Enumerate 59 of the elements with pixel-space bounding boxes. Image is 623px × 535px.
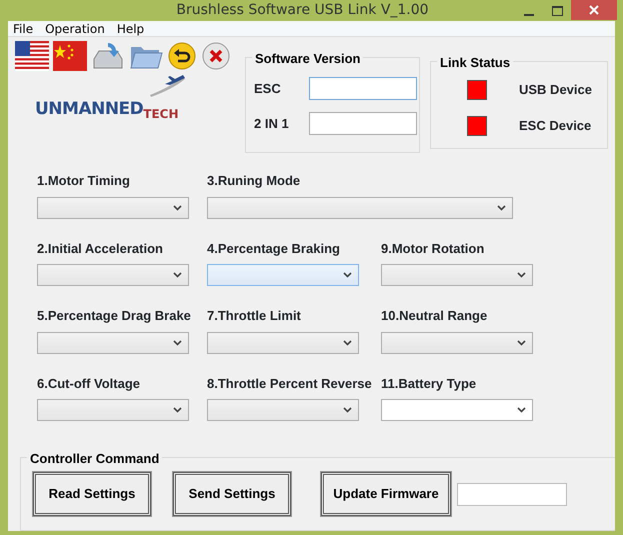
- setting-label: 1.Motor Timing: [37, 172, 131, 190]
- setting-label: 5.Percentage Drag Brake: [37, 307, 192, 325]
- menu-item[interactable]: Operation: [40, 21, 112, 36]
- chevron-down-icon: [173, 340, 182, 346]
- dropdown[interactable]: [381, 399, 533, 421]
- field-label: ESC: [254, 80, 282, 98]
- chevron-down-icon: [517, 340, 526, 346]
- setting-label: 11.Battery Type: [381, 374, 478, 393]
- dropdown[interactable]: [37, 399, 189, 421]
- airplane-icon: [149, 75, 185, 97]
- command-button[interactable]: Update Firmware: [321, 472, 451, 516]
- us-flag-icon[interactable]: [15, 41, 49, 71]
- setting-label: 4.Percentage Braking: [207, 240, 341, 258]
- menu-item[interactable]: Help: [112, 21, 152, 36]
- logo-text: UNMANNED: [35, 98, 144, 121]
- chevron-down-icon: [343, 407, 352, 413]
- china-flag-icon[interactable]: [53, 41, 87, 71]
- device-label: USB Device: [519, 81, 592, 100]
- close-button[interactable]: [571, 0, 617, 20]
- dropdown[interactable]: [207, 196, 513, 218]
- dropdown[interactable]: [37, 196, 189, 218]
- drive-icon[interactable]: [91, 41, 125, 71]
- undo-icon[interactable]: [167, 41, 197, 71]
- setting-label: 9.Motor Rotation: [381, 240, 486, 258]
- maximize-icon: [552, 6, 562, 16]
- command-button[interactable]: Send Settings: [173, 472, 291, 516]
- text-field[interactable]: [457, 482, 567, 506]
- device-label: ESC Device: [519, 117, 592, 136]
- dropdown[interactable]: [37, 264, 189, 286]
- setting-label: 6.Cut-off Voltage: [37, 374, 142, 393]
- setting-label: 3.Runing Mode: [207, 172, 302, 190]
- chevron-down-icon: [343, 340, 352, 346]
- chevron-down-icon: [173, 204, 182, 210]
- menu-item[interactable]: File: [8, 21, 40, 36]
- chevron-down-icon: [497, 204, 506, 210]
- dropdown[interactable]: [381, 332, 533, 354]
- setting-label: 10.Neutral Range: [381, 307, 488, 325]
- dropdown[interactable]: [381, 264, 533, 286]
- setting-label: 8.Throttle Percent Reverse: [207, 374, 373, 392]
- chevron-down-icon: [343, 272, 352, 278]
- text-field[interactable]: [309, 77, 417, 100]
- chevron-down-icon: [173, 272, 182, 278]
- dropdown[interactable]: [37, 332, 189, 354]
- window-title: Brushless Software USB Link V_1.00: [175, 1, 430, 20]
- field-label: 2 IN 1: [254, 114, 290, 133]
- dropdown[interactable]: [207, 264, 359, 286]
- minimize-icon: [524, 14, 534, 16]
- chevron-down-icon: [517, 407, 526, 413]
- logo-text: TECH: [143, 106, 179, 122]
- chevron-down-icon: [173, 407, 182, 413]
- dropdown[interactable]: [207, 332, 359, 354]
- setting-label: 2.Initial Acceleration: [37, 240, 164, 258]
- close-icon: [589, 5, 599, 15]
- dropdown[interactable]: [207, 399, 359, 421]
- command-button[interactable]: Read Settings: [33, 472, 151, 516]
- chevron-down-icon: [517, 272, 526, 278]
- cancel-icon[interactable]: [201, 41, 231, 71]
- setting-label: 7.Throttle Limit: [207, 307, 302, 325]
- text-field[interactable]: [309, 112, 417, 135]
